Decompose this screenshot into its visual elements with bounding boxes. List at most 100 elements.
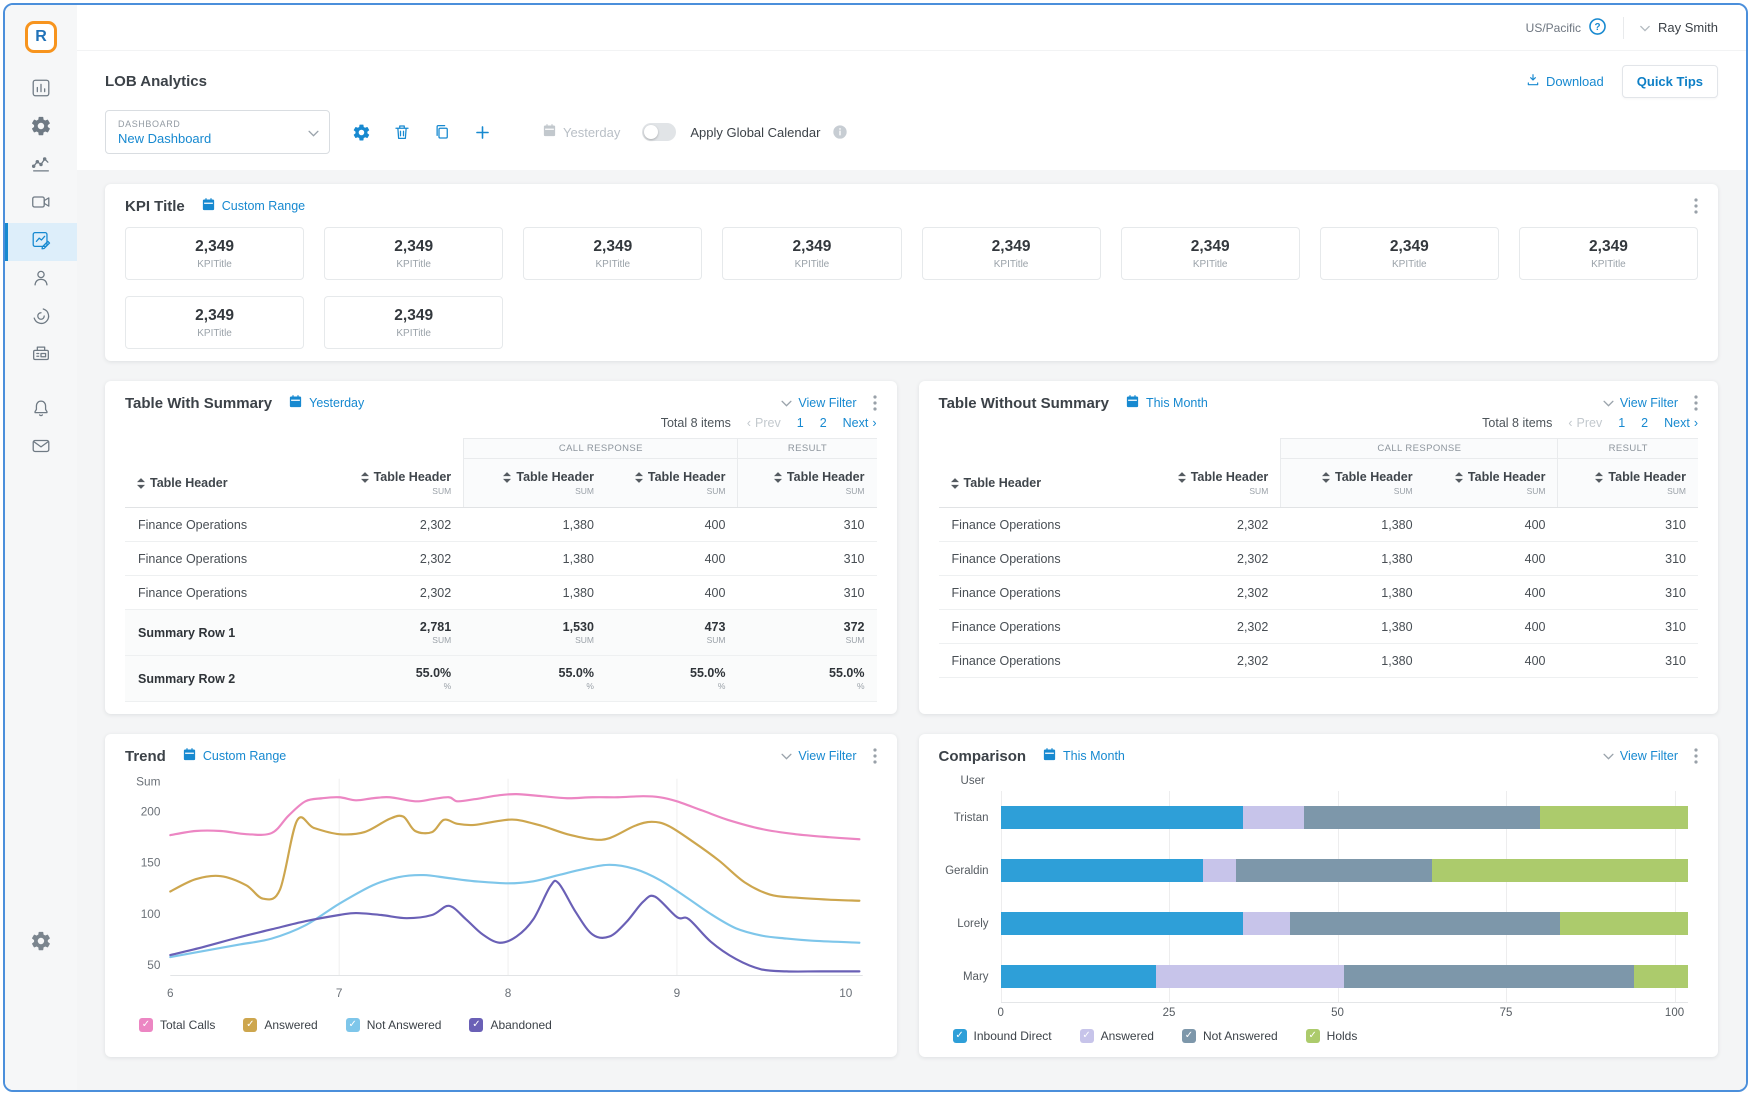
table-row[interactable]: Finance Operations2,3021,380400310 [939,508,1698,542]
legend-item[interactable]: ✓ Abandoned [469,1018,551,1032]
table-row[interactable]: Finance Operations2,3021,380400310 [939,576,1698,610]
page-number-1[interactable]: 1 [797,416,804,430]
legend-item[interactable]: ✓ Inbound Direct [953,1029,1052,1043]
view-filter-button[interactable]: View Filter [1603,396,1678,410]
sort-icon[interactable] [951,478,959,489]
dashboard-settings-button[interactable] [352,123,371,142]
download-button[interactable]: Download [1526,73,1604,90]
kpi-tile[interactable]: 2,349 KPITitle [324,296,503,349]
sidebar-item-devices[interactable] [5,337,77,375]
sort-icon[interactable] [503,472,511,483]
user-menu[interactable]: Ray Smith [1640,20,1718,35]
stacked-bar[interactable] [1001,859,1688,882]
page-number-1[interactable]: 1 [1618,416,1625,430]
aggregation-label: SUM [707,486,726,496]
apply-global-calendar-toggle[interactable] [642,123,676,141]
add-widget-button[interactable] [473,123,492,142]
view-filter-button[interactable]: View Filter [1603,749,1678,763]
kpi-tile[interactable]: 2,349 KPITitle [922,227,1101,280]
comparison-date-range[interactable]: This Month [1042,747,1125,765]
sidebar-item-settings[interactable] [5,109,77,147]
sort-icon[interactable] [1455,472,1463,483]
stacked-bar[interactable] [1001,912,1688,935]
column-header[interactable]: Table Header SUM [1425,459,1558,507]
timezone-selector[interactable]: US/Pacific ? [1526,17,1607,39]
kpi-tile[interactable]: 2,349 KPITitle [125,296,304,349]
help-question-icon[interactable]: ? [1588,17,1607,39]
sort-icon[interactable] [635,472,643,483]
quick-tips-button[interactable]: Quick Tips [1622,65,1718,98]
sort-icon[interactable] [1595,472,1603,483]
kpi-tile[interactable]: 2,349 KPITitle [523,227,702,280]
table-row[interactable]: Finance Operations2,3021,380400310 [125,508,877,542]
sidebar-item-video[interactable] [5,185,77,223]
toggle-knob [644,125,658,139]
sort-icon[interactable] [361,472,369,483]
view-filter-button[interactable]: View Filter [781,749,856,763]
dashboard-select[interactable]: DASHBOARD New Dashboard [105,110,330,154]
prev-page-button[interactable]: ‹Prev [747,416,781,430]
column-header[interactable]: Table Header [125,459,305,507]
kpi-tile[interactable]: 2,349 KPITitle [324,227,503,280]
legend-item[interactable]: ✓ Not Answered [1182,1029,1278,1043]
sidebar-item-dashboard[interactable] [5,223,77,261]
table-row[interactable]: Finance Operations2,3021,380400310 [939,610,1698,644]
column-header[interactable]: Table Header [939,459,1121,507]
kpi-date-range[interactable]: Custom Range [201,197,305,215]
next-page-button[interactable]: Next› [843,416,877,430]
sidebar-item-users[interactable] [5,261,77,299]
kpi-tile[interactable]: 2,349 KPITitle [1320,227,1499,280]
kebab-menu-icon[interactable] [873,748,877,764]
next-page-button[interactable]: Next› [1664,416,1698,430]
legend-item[interactable]: ✓ Answered [1080,1029,1154,1043]
sort-icon[interactable] [137,478,145,489]
kebab-menu-icon[interactable] [1694,748,1698,764]
delete-dashboard-button[interactable] [393,123,411,141]
column-header[interactable]: Table Header SUM [1557,459,1698,507]
table-row[interactable]: Finance Operations2,3021,380400310 [125,542,877,576]
sidebar-item-admin-settings[interactable] [5,924,77,962]
kpi-tile[interactable]: 2,349 KPITitle [1519,227,1698,280]
kebab-menu-icon[interactable] [1694,198,1698,214]
column-header[interactable]: Table Header SUM [1121,459,1280,507]
copy-dashboard-button[interactable] [433,123,451,141]
column-header[interactable]: Table Header SUM [1280,459,1424,507]
sort-icon[interactable] [1178,472,1186,483]
prev-page-button[interactable]: ‹Prev [1568,416,1602,430]
view-filter-button[interactable]: View Filter [781,396,856,410]
table-row[interactable]: Finance Operations2,3021,380400310 [939,644,1698,678]
legend-item[interactable]: ✓ Not Answered [346,1018,442,1032]
app-logo[interactable]: R [25,21,57,53]
table-date-range[interactable]: This Month [1125,394,1208,412]
kebab-menu-icon[interactable] [873,395,877,411]
kebab-menu-icon[interactable] [1694,395,1698,411]
column-header[interactable]: Table Header SUM [606,459,738,507]
kpi-tile[interactable]: 2,349 KPITitle [722,227,901,280]
page-number-2[interactable]: 2 [1641,416,1648,430]
trend-date-range[interactable]: Custom Range [182,747,286,765]
chevron-down-icon [1640,20,1650,35]
info-icon[interactable] [832,124,848,140]
sort-icon[interactable] [774,472,782,483]
stacked-bar[interactable] [1001,965,1688,988]
kpi-tile[interactable]: 2,349 KPITitle [125,227,304,280]
legend-item[interactable]: ✓ Holds [1306,1029,1358,1043]
page-number-2[interactable]: 2 [820,416,827,430]
sidebar-item-performance[interactable] [5,147,77,185]
stacked-bar[interactable] [1001,806,1688,829]
legend-item[interactable]: ✓ Total Calls [139,1018,215,1032]
column-header[interactable]: Table Header SUM [737,459,876,507]
kpi-tile[interactable]: 2,349 KPITitle [1121,227,1300,280]
sidebar-item-analytics[interactable] [5,71,77,109]
sort-icon[interactable] [1322,472,1330,483]
column-header[interactable]: Table Header SUM [463,459,606,507]
table-date-range[interactable]: Yesterday [288,394,364,412]
column-header[interactable]: Table Header SUM [305,459,463,507]
table-row[interactable]: Finance Operations2,3021,380400310 [939,542,1698,576]
sidebar-item-messages[interactable] [5,429,77,467]
global-date-picker[interactable]: Yesterday [542,123,620,141]
legend-item[interactable]: ✓ Answered [243,1018,317,1032]
sidebar-item-reports[interactable] [5,299,77,337]
sidebar-item-notifications[interactable] [5,391,77,429]
table-row[interactable]: Finance Operations2,3021,380400310 [125,576,877,610]
